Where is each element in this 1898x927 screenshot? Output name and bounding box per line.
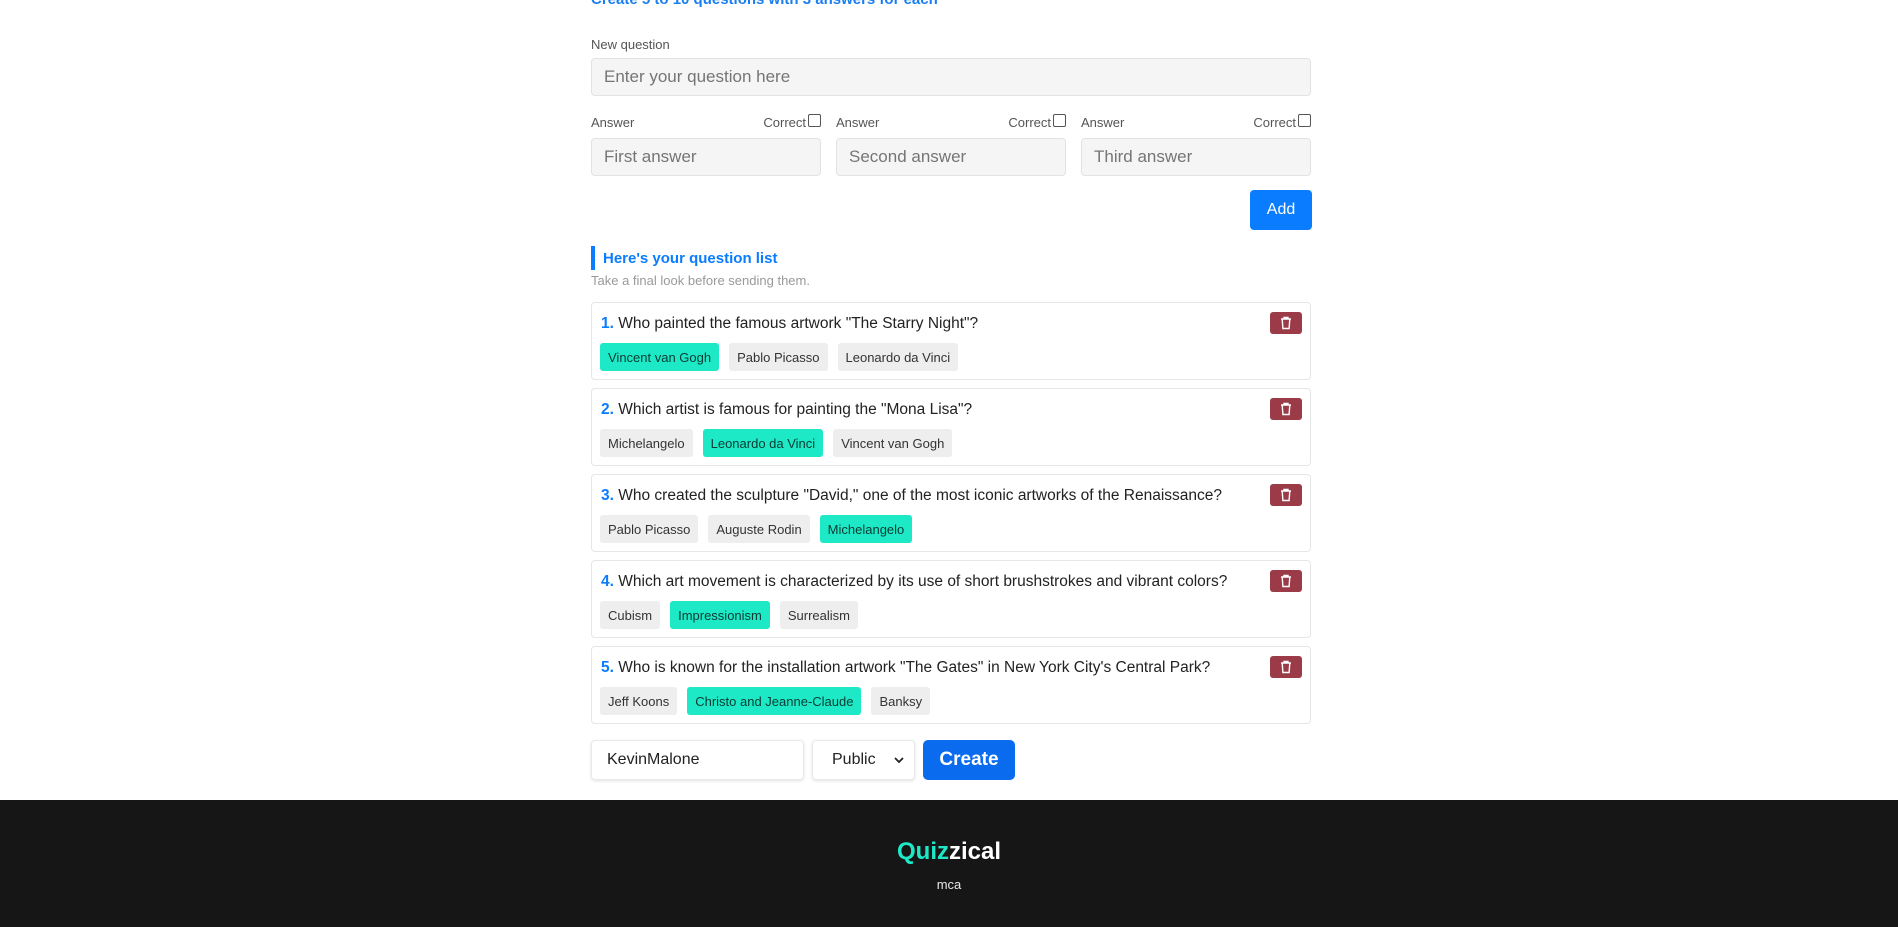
question-label: New question [591,37,670,52]
answer-chip-correct: Michelangelo [819,515,913,543]
question-body: Which artist is famous for painting the … [618,401,973,418]
footer-subtitle: mca [936,877,962,892]
answer-chip-correct: Leonardo da Vinci [702,429,824,457]
question-number: 2. [601,401,614,418]
question-number: 4. [601,573,614,590]
answer-field-2: Answer Correct [836,113,1066,176]
question-list-title: Here's your question list [603,249,778,267]
trash-icon [1281,574,1291,588]
answer-chip: Surrealism [779,601,858,629]
question-text: 2. Which artist is famous for painting t… [601,401,972,419]
answer-chip: Vincent van Gogh [833,429,953,457]
question-number: 1. [601,315,614,332]
question-card-2: 2. Which artist is famous for painting t… [591,388,1311,466]
question-card-5: 5. Who is known for the installation art… [591,646,1311,724]
first-answer-input[interactable] [591,138,821,176]
answer-chip: Jeff Koons [600,687,678,715]
correct-label: Correct [1253,114,1296,130]
question-input[interactable] [591,58,1311,96]
answer-chip-correct: Christo and Jeanne-Claude [687,687,862,715]
answer-list: Vincent van Gogh Pablo Picasso Leonardo … [600,343,959,371]
third-answer-input[interactable] [1081,138,1311,176]
correct-toggle[interactable]: Correct [1253,114,1311,130]
delete-question-button[interactable] [1270,656,1302,678]
logo[interactable]: Quizzical [0,838,1898,866]
correct-toggle[interactable]: Correct [763,114,821,130]
form-heading: Create 5 to 10 questions with 3 answers … [591,0,938,8]
question-list-subtitle: Take a final look before sending them. [591,273,810,288]
add-question-button[interactable]: Add [1250,190,1312,230]
answer-chip: Leonardo da Vinci [837,343,959,371]
username-input[interactable]: KevinMalone [591,740,804,780]
submit-row: KevinMalone Public Create [591,740,1015,780]
question-text: 1. Who painted the famous artwork "The S… [601,315,978,333]
visibility-select[interactable]: Public [812,740,915,780]
correct-label: Correct [1008,114,1051,130]
second-answer-input[interactable] [836,138,1066,176]
logo-part-2: zical [948,838,1002,865]
trash-icon [1281,402,1291,416]
footer: Quizzical mca [0,800,1898,927]
logo-part-1: Quiz [896,838,949,865]
answer-list: Michelangelo Leonardo da Vinci Vincent v… [600,429,953,457]
answer-chip: Pablo Picasso [600,515,699,543]
correct-checkbox-1[interactable] [808,114,821,127]
trash-icon [1281,316,1291,330]
question-number: 3. [601,487,614,504]
question-text: 3. Who created the sculpture "David," on… [601,487,1222,505]
question-body: Who created the sculpture "David," one o… [618,487,1223,504]
visibility-value: Public [832,751,876,768]
delete-question-button[interactable] [1270,570,1302,592]
answer-field-1: Answer Correct [591,113,821,176]
question-body: Who painted the famous artwork "The Star… [618,315,979,332]
answer-label: Answer [836,114,880,130]
correct-label: Correct [763,114,806,130]
question-body: Which art movement is characterized by i… [618,573,1228,590]
answer-chip: Cubism [600,601,661,629]
correct-checkbox-3[interactable] [1298,114,1311,127]
answer-chip: Michelangelo [600,429,693,457]
trash-icon [1281,488,1291,502]
create-quiz-button[interactable]: Create [923,740,1015,780]
correct-checkbox-2[interactable] [1053,114,1066,127]
answer-list: Cubism Impressionism Surrealism [600,601,858,629]
trash-icon [1281,660,1291,674]
question-number: 5. [601,659,614,676]
answer-list: Jeff Koons Christo and Jeanne-Claude Ban… [600,687,931,715]
question-card-1: 1. Who painted the famous artwork "The S… [591,302,1311,380]
delete-question-button[interactable] [1270,312,1302,334]
question-list-header: Here's your question list [591,246,777,270]
answer-field-3: Answer Correct [1081,113,1311,176]
delete-question-button[interactable] [1270,484,1302,506]
answer-chip-correct: Vincent van Gogh [600,343,720,371]
answer-chip-correct: Impressionism [670,601,770,629]
question-text: 4. Which art movement is characterized b… [601,573,1227,591]
correct-toggle[interactable]: Correct [1008,114,1066,130]
answer-label: Answer [591,114,635,130]
chevron-down-icon [894,757,904,764]
answer-chip: Auguste Rodin [708,515,810,543]
answer-chip: Pablo Picasso [729,343,828,371]
question-card-4: 4. Which art movement is characterized b… [591,560,1311,638]
answer-label: Answer [1081,114,1125,130]
question-text: 5. Who is known for the installation art… [601,659,1210,677]
answer-list: Pablo Picasso Auguste Rodin Michelangelo [600,515,913,543]
delete-question-button[interactable] [1270,398,1302,420]
question-card-3: 3. Who created the sculpture "David," on… [591,474,1311,552]
answer-chip: Banksy [871,687,931,715]
question-body: Who is known for the installation artwor… [618,659,1211,676]
